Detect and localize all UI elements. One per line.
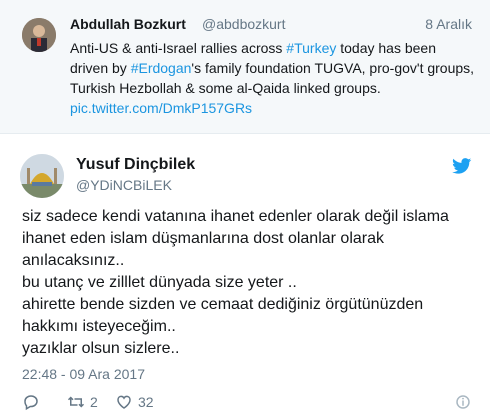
like-count: 32 <box>138 394 154 410</box>
heart-icon <box>117 395 131 409</box>
author-handle[interactable]: @YDiNCBiLEK <box>76 177 172 193</box>
tweet-timestamp[interactable]: 22:48 - 09 Ara 2017 <box>22 366 145 382</box>
author-avatar[interactable] <box>20 154 64 198</box>
info-icon <box>456 395 470 409</box>
quoted-tweet-text: Anti-US & anti-Israel rallies across #Tu… <box>70 38 475 118</box>
twitter-bird-icon[interactable] <box>452 158 472 174</box>
retweet-button[interactable]: 2 <box>67 392 98 412</box>
main-tweet: Yusuf Dinçbilek @YDiNCBiLEK siz sadece k… <box>0 134 490 418</box>
reply-icon <box>24 395 38 411</box>
retweet-icon <box>67 396 85 408</box>
media-link[interactable]: pic.twitter.com/DmkP157GRs <box>70 100 252 116</box>
retweet-count: 2 <box>90 394 98 410</box>
author-name[interactable]: Yusuf Dinçbilek <box>76 156 195 174</box>
hashtag-link[interactable]: #Turkey <box>286 40 336 56</box>
quoted-author-avatar[interactable] <box>22 18 56 52</box>
reply-button[interactable] <box>22 392 45 412</box>
quoted-tweet[interactable]: Abdullah Bozkurt @abdbozkurt 8 Aralık An… <box>0 0 490 134</box>
quoted-text-part: Anti-US & anti-Israel rallies across <box>70 40 287 56</box>
quoted-author-handle[interactable]: @abdbozkurt <box>202 16 285 32</box>
quoted-tweet-date[interactable]: 8 Aralık <box>425 16 472 32</box>
info-button[interactable] <box>454 392 472 412</box>
quoted-author-name[interactable]: Abdullah Bozkurt <box>70 16 186 32</box>
like-button[interactable]: 32 <box>115 392 154 412</box>
tweet-actions: 2 32 <box>22 392 472 414</box>
tweet-text: siz sadece kendi vatanına ihanet edenler… <box>22 208 449 357</box>
hashtag-link[interactable]: #Erdogan <box>131 60 192 76</box>
